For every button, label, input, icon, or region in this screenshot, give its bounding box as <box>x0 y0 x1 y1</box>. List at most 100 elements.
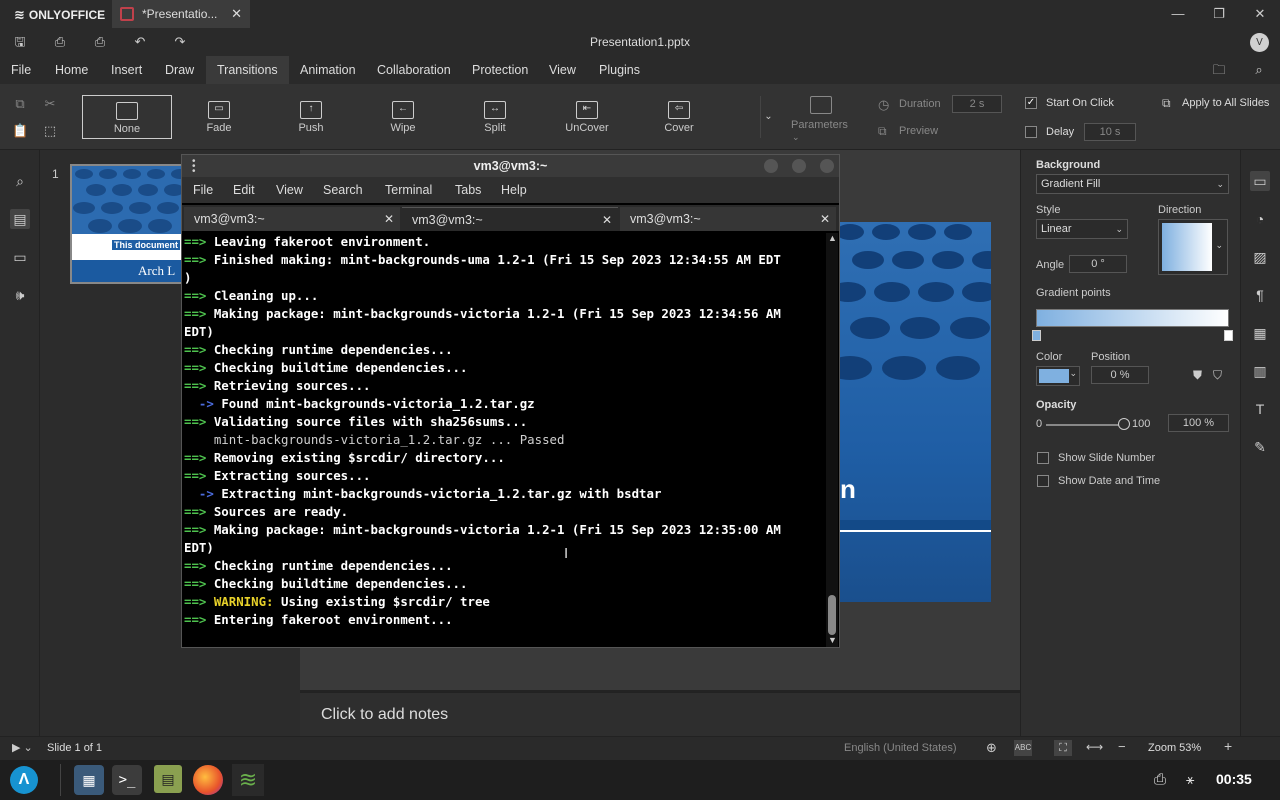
fit-slide-icon[interactable]: ⛶ <box>1054 740 1072 756</box>
transition-split[interactable]: ↔ Split <box>450 95 540 139</box>
copy-icon[interactable]: ⧉ <box>12 96 28 112</box>
terminal-menu-view[interactable]: View <box>276 177 303 203</box>
globe-icon[interactable]: ⊕ <box>986 740 997 756</box>
terminal-tab-3[interactable]: vm3@vm3:~ ✕ <box>620 207 836 231</box>
speaker-icon[interactable]: 🕪 <box>10 285 30 305</box>
scroll-up-icon[interactable]: ▲ <box>828 233 837 243</box>
start-on-click-checkbox[interactable]: ✓ <box>1025 97 1037 109</box>
remove-gradient-point-icon[interactable]: ⛉ <box>1213 368 1222 383</box>
gradient-stop-start[interactable] <box>1032 330 1041 341</box>
terminal-menu-edit[interactable]: Edit <box>233 177 255 203</box>
terminal-icon[interactable]: >_ <box>112 765 142 795</box>
opacity-slider-track[interactable] <box>1046 424 1124 426</box>
close-tab-icon[interactable]: ✕ <box>231 6 242 22</box>
color-picker[interactable]: ⌄ <box>1036 366 1080 386</box>
terminal-menu-file[interactable]: File <box>193 177 213 203</box>
print-icon[interactable]: ⎙ <box>52 34 68 50</box>
app-grid-icon[interactable]: ▦ <box>74 765 104 795</box>
fit-width-icon[interactable]: ⟷ <box>1086 740 1103 754</box>
maximize-icon[interactable]: ❐ <box>1211 6 1227 22</box>
scrollbar-thumb[interactable] <box>828 595 836 635</box>
tab-transitions[interactable]: Transitions <box>206 56 289 84</box>
show-slide-number-checkbox[interactable] <box>1037 452 1049 464</box>
transitions-more-icon[interactable]: ⌄ <box>760 96 776 138</box>
paragraph-settings-icon[interactable]: ¶ <box>1250 285 1270 305</box>
opacity-slider-handle[interactable] <box>1118 418 1130 430</box>
tab-insert[interactable]: Insert <box>100 56 153 84</box>
transition-wipe[interactable]: ← Wipe <box>358 95 448 139</box>
angle-input[interactable]: 0 ° <box>1069 255 1127 273</box>
zoom-out-icon[interactable]: − <box>1118 739 1126 754</box>
table-settings-icon[interactable]: ▦ <box>1250 323 1270 343</box>
avatar[interactable]: V <box>1250 33 1269 52</box>
terminal-menu-tabs[interactable]: Tabs <box>455 177 481 203</box>
tab-draw[interactable]: Draw <box>154 56 205 84</box>
preview-button[interactable]: Preview <box>899 125 938 137</box>
printer-tray-icon[interactable]: ⎙ <box>1154 771 1166 788</box>
firefox-icon[interactable] <box>193 765 223 795</box>
terminal-maximize-icon[interactable] <box>792 159 806 173</box>
delay-checkbox[interactable] <box>1025 126 1037 138</box>
gradient-bar[interactable] <box>1036 309 1229 327</box>
terminal-menu-help[interactable]: Help <box>501 177 527 203</box>
slides-icon[interactable]: ▤ <box>10 209 30 229</box>
transition-cover[interactable]: ⇦ Cover <box>634 95 724 139</box>
duration-input[interactable]: 2 s <box>952 95 1002 113</box>
cut-icon[interactable]: ✂ <box>42 96 58 112</box>
onlyoffice-icon[interactable]: ≋ <box>232 764 264 796</box>
shape-settings-icon[interactable]: ◔ <box>1250 209 1270 229</box>
terminal-tab-2[interactable]: vm3@vm3:~ ✕ <box>402 207 618 231</box>
open-location-icon[interactable]: 🗀 <box>1211 62 1227 78</box>
close-tab-icon[interactable]: ✕ <box>602 208 612 232</box>
transition-uncover[interactable]: ⇤ UnCover <box>542 95 632 139</box>
comments-icon[interactable]: ▭ <box>10 247 30 267</box>
search-icon[interactable]: ⌕ <box>10 171 30 191</box>
close-tab-icon[interactable]: ✕ <box>384 207 394 231</box>
chart-settings-icon[interactable]: ▥ <box>1250 361 1270 381</box>
terminal-output[interactable]: ==> Leaving fakeroot environment. ==> Fin… <box>184 233 824 645</box>
terminal-close-icon[interactable] <box>820 159 834 173</box>
files-icon[interactable]: ▤ <box>154 765 182 793</box>
save-icon[interactable]: 🖫 <box>12 34 28 50</box>
tab-plugins[interactable]: Plugins <box>588 56 651 84</box>
signature-icon[interactable]: ✎ <box>1250 437 1270 457</box>
quick-print-icon[interactable]: ⎙ <box>92 34 108 50</box>
slide-settings-icon[interactable]: ▭ <box>1250 171 1270 191</box>
opacity-input[interactable]: 100 % <box>1168 414 1229 432</box>
terminal-window[interactable]: vm3@vm3:~ • • • File Edit View Search Term… <box>181 154 840 648</box>
tab-protection[interactable]: Protection <box>461 56 539 84</box>
zoom-in-icon[interactable]: + <box>1224 738 1232 754</box>
gradient-stop-end[interactable] <box>1224 330 1233 341</box>
network-icon[interactable]: ⚹ <box>1186 771 1194 788</box>
position-input[interactable]: 0 % <box>1091 366 1149 384</box>
transition-none[interactable]: None <box>82 95 172 139</box>
language-select[interactable]: English (United States) <box>844 742 957 754</box>
apply-to-all-slides-button[interactable]: Apply to All Slides <box>1182 97 1269 109</box>
arch-menu-icon[interactable]: Λ <box>10 766 38 794</box>
tab-file[interactable]: File <box>0 56 42 84</box>
spellcheck-icon[interactable]: ABC <box>1014 740 1032 756</box>
redo-icon[interactable]: ↷ <box>172 34 188 50</box>
add-gradient-point-icon[interactable]: ⛊ <box>1193 368 1202 383</box>
tab-home[interactable]: Home <box>44 56 99 84</box>
direction-picker[interactable]: ⌄ <box>1158 219 1228 275</box>
show-date-time-checkbox[interactable] <box>1037 475 1049 487</box>
close-tab-icon[interactable]: ✕ <box>820 207 830 231</box>
terminal-minimize-icon[interactable] <box>764 159 778 173</box>
terminal-menu-terminal[interactable]: Terminal <box>385 177 432 203</box>
tab-view[interactable]: View <box>538 56 587 84</box>
background-fill-select[interactable]: Gradient Fill ⌄ <box>1036 174 1229 194</box>
undo-icon[interactable]: ↶ <box>132 34 148 50</box>
image-settings-icon[interactable]: ▨ <box>1250 247 1270 267</box>
terminal-menu-search[interactable]: Search <box>323 177 363 203</box>
select-all-icon[interactable]: ⬚ <box>42 123 58 139</box>
slide[interactable] <box>840 222 991 602</box>
parameters-icon[interactable] <box>810 96 832 114</box>
text-art-icon[interactable]: T <box>1250 399 1270 419</box>
document-tab[interactable]: *Presentatio... ✕ <box>112 0 250 28</box>
paste-icon[interactable]: 📋 <box>12 123 28 139</box>
tab-collaboration[interactable]: Collaboration <box>366 56 462 84</box>
parameters-button[interactable]: Parameters <box>791 119 848 131</box>
tab-animation[interactable]: Animation <box>289 56 367 84</box>
terminal-scrollbar[interactable]: ▲ ▼ <box>826 233 838 647</box>
